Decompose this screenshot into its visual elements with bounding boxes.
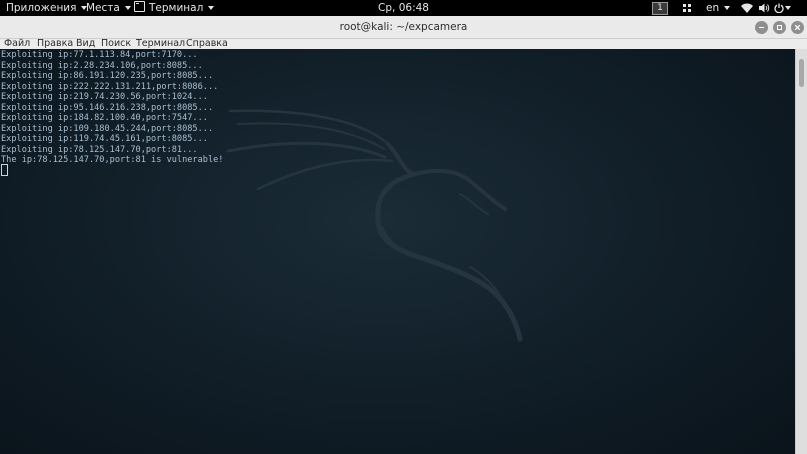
top-panel: Приложения Места Терминал Ср, 06:48 1 en: [0, 0, 807, 16]
minimize-icon: [759, 27, 764, 28]
minimize-button[interactable]: [755, 21, 768, 34]
terminal-cursor: [1, 164, 8, 176]
chevron-down-icon: [724, 6, 731, 10]
menubar: Файл Правка Вид Поиск Терминал Справка: [0, 38, 807, 49]
terminal-line: Exploiting ip:119.74.45.161,port:8085...: [1, 134, 208, 144]
terminal-line: Exploiting ip:95.146.216.238,port:8085..…: [1, 102, 214, 113]
terminal-view[interactable]: Exploiting ip:77.1.113.84,port:7170... Ex…: [0, 49, 795, 454]
close-icon: [794, 24, 801, 31]
system-menu-chevron-icon[interactable]: [783, 0, 791, 16]
terminal-output: Exploiting ip:77.1.113.84,port:7170... Ex…: [1, 50, 223, 166]
maximize-icon: [777, 25, 782, 30]
window-titlebar[interactable]: root@kali: ~/expcamera: [0, 16, 807, 39]
terminal-line: Exploiting ip:77.1.113.84,port:7170...: [1, 50, 198, 60]
close-button[interactable]: [791, 21, 804, 34]
volume-icon[interactable]: [759, 3, 770, 13]
keyboard-layout-label: en: [706, 2, 720, 14]
keyboard-layout-indicator[interactable]: en: [706, 0, 731, 16]
workspace-indicator[interactable]: 1: [652, 2, 668, 15]
terminal-line: Exploiting ip:184.82.100.40,port:7547...: [1, 113, 208, 123]
terminal-line: Exploiting ip:109.180.45.244,port:8085..…: [1, 123, 214, 134]
window-title: root@kali: ~/expcamera: [339, 21, 468, 33]
scrollbar-thumb[interactable]: [799, 59, 804, 87]
terminal-line: Exploiting ip:219.74.230.56,port:1024...: [1, 92, 208, 102]
terminal-scrollbar[interactable]: [795, 49, 807, 454]
terminal-line: Exploiting ip:86.191.120.235,port:8085..…: [1, 71, 214, 81]
terminal-line: Exploiting ip:2.28.234.106,port:8085...: [1, 60, 203, 71]
terminal-line: Exploiting ip:222.222.131.211,port:8086.…: [1, 81, 219, 92]
maximize-button[interactable]: [773, 21, 786, 34]
apps-grid-icon[interactable]: [683, 4, 692, 13]
terminal-line: The ip:78.125.147.70,port:81 is vulnerab…: [1, 155, 224, 165]
terminal-line: Exploiting ip:78.125.147.70,port:81...: [1, 144, 198, 155]
wifi-icon[interactable]: [741, 3, 753, 13]
